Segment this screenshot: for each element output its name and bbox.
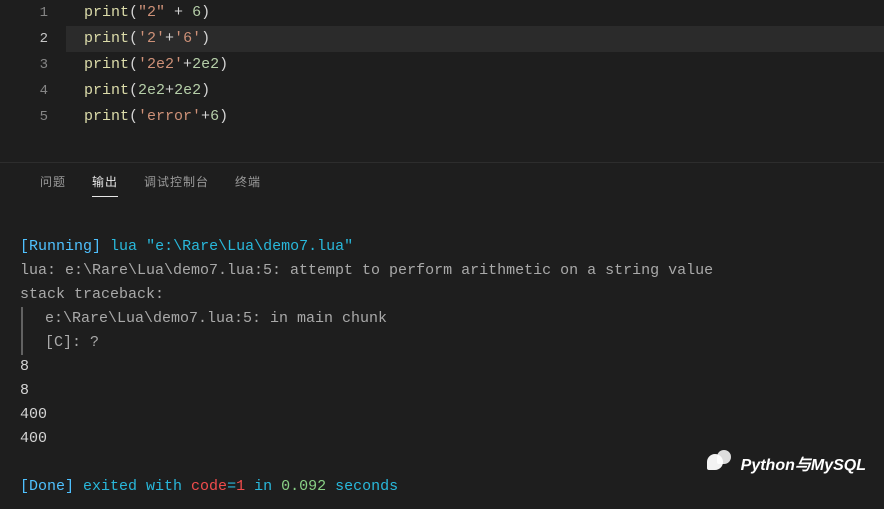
token-str: 'error': [138, 108, 201, 125]
code-area[interactable]: print("2" + 6)print('2'+'6')print('2e2'+…: [66, 0, 884, 162]
token-pun: (: [129, 82, 138, 99]
token-fn: print: [84, 56, 129, 73]
result-3: 400: [20, 430, 47, 447]
token-fn: print: [84, 108, 129, 125]
token-fn: print: [84, 82, 129, 99]
token-pun: ): [201, 82, 210, 99]
token-str: '6': [174, 30, 201, 47]
tab-debug-console[interactable]: 调试控制台: [144, 173, 209, 197]
token-num: 6: [210, 108, 219, 125]
token-pun: +: [201, 108, 210, 125]
done-label: [Done]: [20, 478, 74, 495]
code-line[interactable]: print("2" + 6): [66, 0, 884, 26]
token-pun: ): [201, 30, 210, 47]
tab-terminal[interactable]: 终端: [235, 173, 261, 197]
token-pun: (: [129, 56, 138, 73]
token-pun: +: [183, 56, 192, 73]
code-line[interactable]: print(2e2+2e2): [66, 78, 884, 104]
token-pun: (: [129, 4, 138, 21]
running-label: [Running]: [20, 238, 101, 255]
token-str: '2e2': [138, 56, 183, 73]
code-editor[interactable]: 12345 print("2" + 6)print('2'+'6')print(…: [0, 0, 884, 162]
result-0: 8: [20, 358, 29, 375]
code-line[interactable]: print('2'+'6'): [66, 26, 884, 52]
tab-output[interactable]: 输出: [92, 173, 118, 197]
done-time: 0.092: [281, 478, 326, 495]
tab-problems[interactable]: 问题: [40, 173, 66, 197]
done-code-value: 1: [236, 478, 245, 495]
done-code-label: code: [191, 478, 227, 495]
code-line[interactable]: print('error'+6): [66, 104, 884, 130]
error-line-3: e:\Rare\Lua\demo7.lua:5: in main chunk: [45, 310, 387, 327]
token-pun: (: [129, 30, 138, 47]
error-line-1: lua: e:\Rare\Lua\demo7.lua:5: attempt to…: [20, 262, 713, 279]
token-str: "2": [138, 4, 165, 21]
line-number: 2: [0, 26, 48, 52]
traceback-block: e:\Rare\Lua\demo7.lua:5: in main chunk […: [21, 307, 864, 355]
watermark-text: Python与MySQL: [741, 451, 866, 475]
error-line-2: stack traceback:: [20, 286, 164, 303]
token-fn: print: [84, 4, 129, 21]
line-number: 3: [0, 52, 48, 78]
code-line[interactable]: print('2e2'+2e2): [66, 52, 884, 78]
token-pun: ): [219, 108, 228, 125]
token-pun: (: [129, 108, 138, 125]
line-number: 4: [0, 78, 48, 104]
done-text-3: seconds: [326, 478, 398, 495]
running-interpreter: lua: [110, 238, 137, 255]
panel-tabs: 问题 输出 调试控制台 终端: [0, 163, 884, 205]
wechat-icon: [707, 450, 733, 476]
token-pun: +: [165, 82, 174, 99]
result-1: 8: [20, 382, 29, 399]
token-num: 2e2: [192, 56, 219, 73]
done-text-1: exited with: [74, 478, 191, 495]
token-pun: +: [165, 30, 174, 47]
watermark: Python与MySQL: [707, 450, 866, 476]
token-num: 2e2: [138, 82, 165, 99]
token-num: 2e2: [174, 82, 201, 99]
token-fn: print: [84, 30, 129, 47]
token-pun: ): [219, 56, 228, 73]
result-2: 400: [20, 406, 47, 423]
running-path: "e:\Rare\Lua\demo7.lua": [146, 238, 353, 255]
done-eq: =: [227, 478, 236, 495]
line-number: 1: [0, 0, 48, 26]
error-line-4: [C]: ?: [45, 334, 99, 351]
line-number-gutter: 12345: [0, 0, 66, 162]
done-text-2: in: [245, 478, 281, 495]
token-pun: ): [201, 4, 210, 21]
token-num: 6: [192, 4, 201, 21]
line-number: 5: [0, 104, 48, 130]
token-str: '2': [138, 30, 165, 47]
token-pun: +: [165, 4, 192, 21]
